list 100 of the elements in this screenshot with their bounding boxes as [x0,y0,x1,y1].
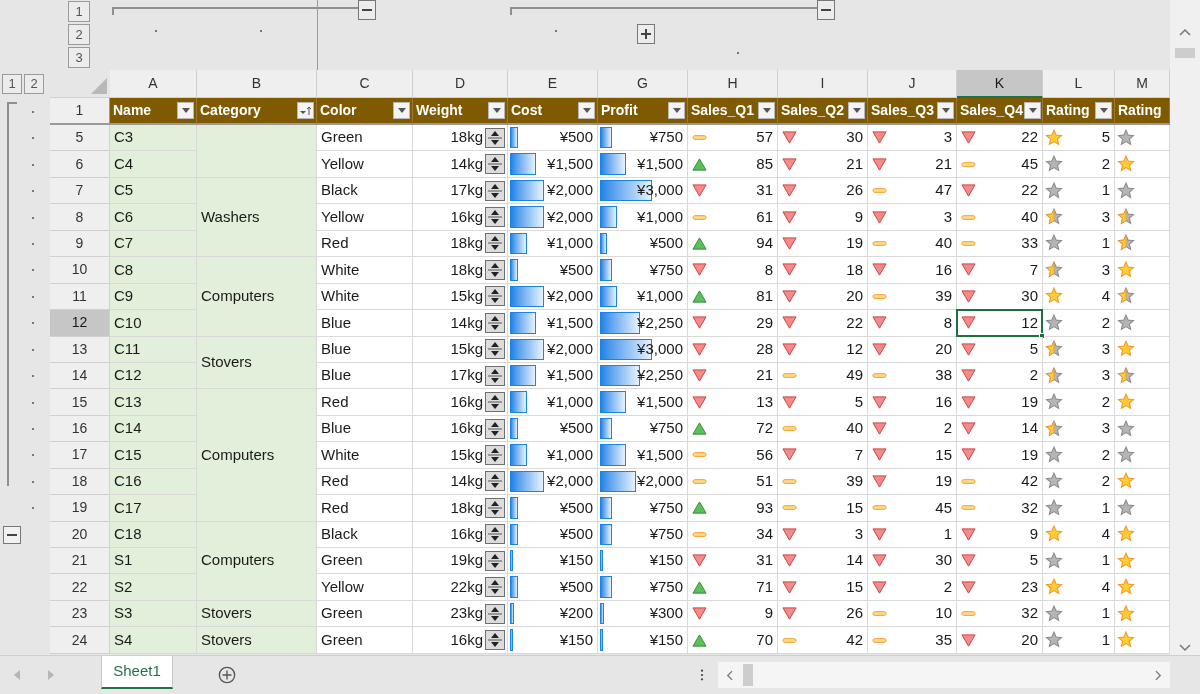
spinner-icon[interactable] [485,524,505,545]
filter-dropdown-button[interactable] [177,102,194,119]
row-header[interactable]: 10 [50,257,110,284]
row-header[interactable]: 24 [50,627,110,654]
spinner-icon[interactable] [485,127,505,148]
table-cell: Green [317,627,413,654]
table-cell-text: ¥1,000 [547,233,593,254]
spinner-icon[interactable] [485,418,505,439]
row-header[interactable]: 19 [50,495,110,522]
outline-level-button[interactable]: 1 [68,1,90,22]
table-cell: C14 [110,415,197,443]
more-options-icon[interactable] [700,669,704,681]
spinner-icon[interactable] [485,207,505,228]
collapse-button[interactable] [817,0,835,20]
row-header[interactable]: 21 [50,548,110,575]
column-header[interactable]: H [688,70,778,98]
spinner-icon[interactable] [485,497,505,518]
row-header[interactable]: 15 [50,389,110,416]
filter-dropdown-button[interactable] [1095,102,1112,119]
row-header[interactable]: 17 [50,442,110,469]
column-header[interactable]: K [957,70,1043,98]
scroll-right-icon[interactable] [1155,669,1162,681]
table-cell-text: 17kg [450,365,483,386]
table-cell-text: 38 [935,365,952,386]
filter-dropdown-button[interactable] [578,102,595,119]
filter-dropdown-button[interactable] [668,102,685,119]
row-header[interactable]: 14 [50,362,110,390]
spinner-icon[interactable] [485,154,505,175]
spinner-icon[interactable] [485,180,505,201]
column-header[interactable]: D [413,70,508,98]
row-header[interactable]: 16 [50,415,110,443]
column-header[interactable]: M [1115,70,1170,98]
filter-dropdown-button[interactable] [937,102,954,119]
collapse-button[interactable] [3,525,21,544]
scrollbar-thumb[interactable] [743,664,753,686]
outline-level-button[interactable]: 1 [2,74,22,94]
table-cell-text: ¥300 [649,603,683,624]
spinner-icon[interactable] [485,577,505,598]
expand-button[interactable] [637,24,655,44]
row-header[interactable]: 1 [50,98,110,125]
column-header[interactable]: A [110,70,197,98]
outline-level-button[interactable]: 2 [68,24,90,45]
outline-level-button[interactable]: 2 [24,74,44,94]
spinner-icon[interactable] [485,392,505,413]
filter-dropdown-button[interactable] [848,102,865,119]
scroll-up-icon[interactable] [1179,28,1191,36]
row-header[interactable]: 5 [50,125,110,152]
table-cell: C4 [110,151,197,178]
column-header[interactable]: E [508,70,598,98]
table-cell-text: 15 [846,576,863,597]
column-title: Name [113,101,152,120]
table-cell-text: 30 [1021,286,1038,307]
collapse-button[interactable] [358,0,376,20]
row-header[interactable]: 20 [50,521,110,548]
table-cell-text: 3 [854,524,863,545]
row-header[interactable]: 9 [50,230,110,258]
spinner-icon[interactable] [485,286,505,307]
spinner-icon[interactable] [485,365,505,386]
horizontal-scrollbar[interactable] [718,662,1170,688]
spinner-icon[interactable] [485,550,505,571]
column-header[interactable]: C [317,70,413,98]
spinner-icon[interactable] [485,312,505,333]
add-sheet-icon[interactable] [218,666,236,684]
row-header[interactable]: 22 [50,574,110,601]
table-cell-text: 40 [935,233,952,254]
spinner-icon[interactable] [485,339,505,360]
scroll-down-icon[interactable] [1179,644,1191,652]
row-header[interactable]: 6 [50,151,110,178]
outline-level-button[interactable]: 3 [68,47,90,68]
spinner-icon[interactable] [485,444,505,465]
sort-filter-button[interactable] [297,102,314,119]
row-header[interactable]: 11 [50,283,110,311]
row-header[interactable]: 18 [50,468,110,496]
column-header[interactable]: J [868,70,957,98]
scroll-left-icon[interactable] [726,669,733,681]
filter-dropdown-button[interactable] [758,102,775,119]
spinner-icon[interactable] [485,471,505,492]
row-header[interactable]: 7 [50,177,110,205]
spinner-icon[interactable] [485,233,505,254]
row-header[interactable]: 12 [50,310,110,337]
sheet-tab[interactable]: Sheet1 [101,656,173,689]
row-header[interactable]: 13 [50,336,110,363]
row-header[interactable]: 8 [50,204,110,231]
spinner-icon[interactable] [485,259,505,280]
filter-dropdown-button[interactable] [393,102,410,119]
filter-dropdown-button[interactable] [1024,102,1042,119]
table-cell: C5 [110,177,197,205]
table-cell-text: 5 [854,391,863,412]
row-header[interactable]: 23 [50,600,110,628]
table-cell-text: 1 [1101,497,1110,518]
category-cell: Computers [197,521,317,601]
column-header[interactable]: L [1043,70,1115,98]
column-header[interactable]: G [598,70,688,98]
spinner-icon[interactable] [485,630,505,651]
column-header[interactable]: I [778,70,868,98]
spinner-icon[interactable] [485,603,505,624]
scrollbar-thumb[interactable] [1175,48,1195,58]
filter-dropdown-button[interactable] [488,102,505,119]
table-cell-text: 15 [846,497,863,518]
column-header[interactable]: B [197,70,317,98]
